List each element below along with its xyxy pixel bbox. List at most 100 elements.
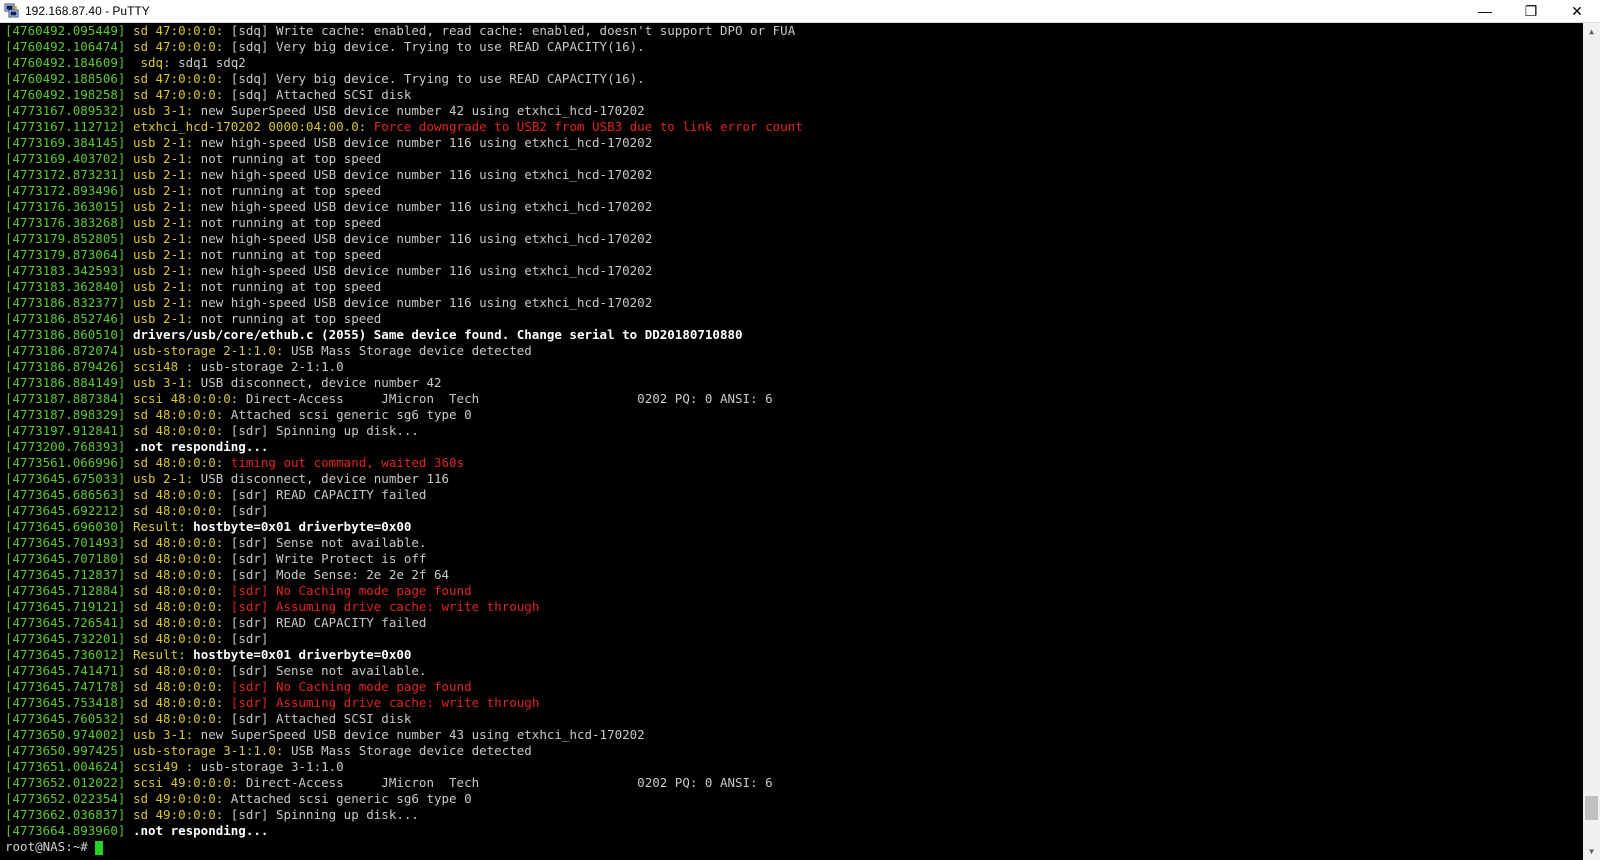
terminal-line: [4773652.022354] sd 49:0:0:0: Attached s… xyxy=(0,791,1583,807)
terminal-line: [4760492.106474] sd 47:0:0:0: [sdq] Very… xyxy=(0,39,1583,55)
terminal-line: [4773650.974002] usb 3-1: new SuperSpeed… xyxy=(0,727,1583,743)
log-timestamp: [4773645.701493] xyxy=(5,535,126,550)
terminal-line: [4773186.832377] usb 2-1: new high-speed… xyxy=(0,295,1583,311)
terminal-line: [4773187.898329] sd 48:0:0:0: Attached s… xyxy=(0,407,1583,423)
scroll-up-arrow[interactable]: ▲ xyxy=(1583,23,1600,40)
log-source: sd 48:0:0:0: xyxy=(125,711,224,726)
terminal-line: [4773186.860510] drivers/usb/core/ethub.… xyxy=(0,327,1583,343)
log-timestamp: [4773176.383268] xyxy=(5,215,126,230)
log-source: sd 47:0:0:0: xyxy=(125,23,224,38)
log-timestamp: [4760492.184609] xyxy=(5,55,126,70)
log-timestamp: [4773645.719121] xyxy=(5,599,126,614)
log-timestamp: [4760492.188506] xyxy=(5,71,126,86)
log-timestamp: [4773186.832377] xyxy=(5,295,126,310)
log-timestamp: [4773664.893960] xyxy=(5,823,126,838)
text-cursor xyxy=(95,840,104,855)
terminal-line: [4773186.879426] scsi48 : usb-storage 2-… xyxy=(0,359,1583,375)
minimize-button[interactable]: — xyxy=(1462,0,1508,23)
log-message: drivers/usb/core/ethub.c (2055) Same dev… xyxy=(125,327,743,342)
log-message: hostbyte=0x01 driverbyte=0x00 xyxy=(185,519,412,534)
log-timestamp: [4773652.012022] xyxy=(5,775,126,790)
log-source: usb 2-1: xyxy=(125,263,194,278)
log-message: [sdr] READ CAPACITY failed xyxy=(223,487,427,502)
log-message: USB Mass Storage device detected xyxy=(283,343,532,358)
log-timestamp: [4773645.707180] xyxy=(5,551,126,566)
terminal-line: [4773664.893960] .not responding... xyxy=(0,823,1583,839)
terminal-line: [4773179.852805] usb 2-1: new high-speed… xyxy=(0,231,1583,247)
log-message: not running at top speed xyxy=(193,215,382,230)
log-timestamp: [4760492.095449] xyxy=(5,23,126,38)
prompt-line[interactable]: root@NAS:~# xyxy=(0,839,1583,855)
log-message: [sdr] No Caching mode page found xyxy=(223,679,472,694)
log-source: sd 48:0:0:0: xyxy=(125,551,224,566)
restore-button[interactable]: ❐ xyxy=(1508,0,1554,23)
terminal-line: [4773186.852746] usb 2-1: not running at… xyxy=(0,311,1583,327)
log-timestamp: [4773645.696030] xyxy=(5,519,126,534)
log-source: sd 48:0:0:0: xyxy=(125,423,224,438)
log-timestamp: [4773645.726541] xyxy=(5,615,126,630)
terminal-line: [4773183.342593] usb 2-1: new high-speed… xyxy=(0,263,1583,279)
log-message: [sdr] No Caching mode page found xyxy=(223,583,472,598)
log-source: usb 2-1: xyxy=(125,311,194,326)
terminal-line: [4773662.036837] sd 49:0:0:0: [sdr] Spin… xyxy=(0,807,1583,823)
log-timestamp: [4773645.736012] xyxy=(5,647,126,662)
log-message: not running at top speed xyxy=(193,311,382,326)
terminal-line: [4773183.362840] usb 2-1: not running at… xyxy=(0,279,1583,295)
log-timestamp: [4773652.022354] xyxy=(5,791,126,806)
terminal-output[interactable]: [4760492.095449] sd 47:0:0:0: [sdq] Writ… xyxy=(0,23,1583,860)
log-source: sd 48:0:0:0: xyxy=(125,455,224,470)
log-source: sd 48:0:0:0: xyxy=(125,567,224,582)
log-source: sd 48:0:0:0: xyxy=(125,663,224,678)
terminal-line: [4773187.887384] scsi 48:0:0:0: Direct-A… xyxy=(0,391,1583,407)
terminal-line: [4773186.872074] usb-storage 2-1:1.0: US… xyxy=(0,343,1583,359)
log-message: : usb-storage 2-1:1.0 xyxy=(178,359,344,374)
log-timestamp: [4773183.342593] xyxy=(5,263,126,278)
terminal-line: [4773200.768393] .not responding... xyxy=(0,439,1583,455)
log-message: timing out command, waited 360s xyxy=(223,455,465,470)
close-button[interactable]: ✕ xyxy=(1554,0,1600,23)
log-timestamp: [4773645.686563] xyxy=(5,487,126,502)
log-source: sd 49:0:0:0: xyxy=(125,807,224,822)
log-message: USB disconnect, device number 116 xyxy=(193,471,450,486)
log-message: [sdr] Mode Sense: 2e 2e 2f 64 xyxy=(223,567,450,582)
terminal-line: [4760492.188506] sd 47:0:0:0: [sdq] Very… xyxy=(0,71,1583,87)
log-source: usb 2-1: xyxy=(125,215,194,230)
log-message: not running at top speed xyxy=(193,247,382,262)
log-timestamp: [4760492.106474] xyxy=(5,39,126,54)
log-source: usb 2-1: xyxy=(125,247,194,262)
terminal-line: [4760492.198258] sd 47:0:0:0: [sdq] Atta… xyxy=(0,87,1583,103)
terminal-line: [4773167.112712] etxhci_hcd-170202 0000:… xyxy=(0,119,1583,135)
log-timestamp: [4773186.872074] xyxy=(5,343,126,358)
log-source: usb 2-1: xyxy=(125,199,194,214)
log-message: not running at top speed xyxy=(193,151,382,166)
log-message: Attached scsi generic sg6 type 0 xyxy=(223,791,472,806)
log-message: [sdr] Write Protect is off xyxy=(223,551,427,566)
log-timestamp: [4773167.089532] xyxy=(5,103,126,118)
log-source: usb 2-1: xyxy=(125,151,194,166)
terminal-line: [4773172.893496] usb 2-1: not running at… xyxy=(0,183,1583,199)
log-message: USB disconnect, device number 42 xyxy=(193,375,442,390)
scroll-thumb[interactable] xyxy=(1585,796,1598,820)
log-message: [sdr] xyxy=(223,503,269,518)
log-timestamp: [4773200.768393] xyxy=(5,439,126,454)
terminal-line: [4773651.004624] scsi49 : usb-storage 3-… xyxy=(0,759,1583,775)
vertical-scrollbar[interactable]: ▲ ▼ xyxy=(1583,23,1600,860)
log-message: USB Mass Storage device detected xyxy=(283,743,532,758)
log-timestamp: [4773645.692212] xyxy=(5,503,126,518)
log-message: sdq1 sdq2 xyxy=(170,55,246,70)
log-source: sd 47:0:0:0: xyxy=(125,39,224,54)
log-timestamp: [4773645.712884] xyxy=(5,583,126,598)
log-timestamp: [4773645.760532] xyxy=(5,711,126,726)
log-source: etxhci_hcd-170202 0000:04:00.0: xyxy=(125,119,367,134)
log-message: Direct-Access JMicron Tech 0202 PQ: 0 AN… xyxy=(238,775,773,790)
log-source: Result: xyxy=(125,519,186,534)
log-message: new SuperSpeed USB device number 42 usin… xyxy=(193,103,645,118)
log-message: : usb-storage 3-1:1.0 xyxy=(178,759,344,774)
terminal-line: [4773645.732201] sd 48:0:0:0: [sdr] xyxy=(0,631,1583,647)
window-titlebar[interactable]: 192.168.87.40 - PuTTY — ❐ ✕ xyxy=(0,0,1600,23)
terminal-line: [4773645.707180] sd 48:0:0:0: [sdr] Writ… xyxy=(0,551,1583,567)
log-message: [sdr] xyxy=(223,631,269,646)
scroll-down-arrow[interactable]: ▼ xyxy=(1583,843,1600,860)
log-message: [sdr] Spinning up disk... xyxy=(223,423,419,438)
log-timestamp: [4773650.997425] xyxy=(5,743,126,758)
